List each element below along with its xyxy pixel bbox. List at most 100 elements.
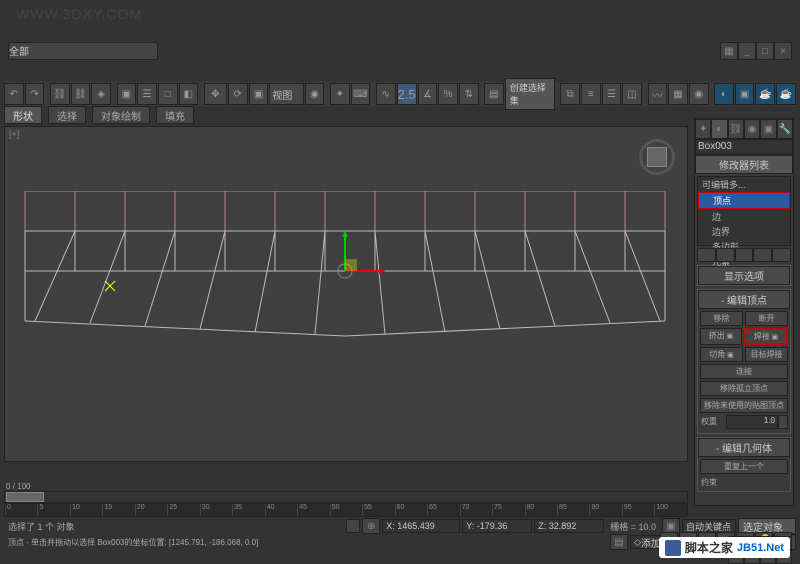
unlink-button[interactable]: ⛓ (71, 83, 91, 105)
y-coord[interactable]: Y: -179.36 (462, 519, 532, 533)
move-button[interactable]: ✥ (204, 83, 227, 105)
remove-unused-button[interactable]: 移除未使用的贴图顶点 (700, 398, 788, 413)
render-prod-button[interactable]: ☕ (776, 83, 796, 105)
ref-coord-dropdown[interactable]: 视图 (269, 83, 303, 105)
manipulate-button[interactable]: ✦ (330, 83, 350, 105)
bind-button[interactable]: ◈ (91, 83, 111, 105)
z-coord[interactable]: Z: 32.892 (534, 519, 604, 533)
rollout-edit-vertex[interactable]: 编辑顶点 (698, 290, 790, 309)
lock-icon[interactable] (346, 519, 360, 533)
weld-button[interactable]: 焊接 (744, 328, 788, 345)
ribbon-button[interactable]: ◫ (622, 83, 642, 105)
target-weld-button[interactable]: 目标焊接 (745, 347, 788, 362)
layers-button[interactable]: ☰ (602, 83, 622, 105)
time-slider[interactable] (4, 491, 688, 503)
hierarchy-tab[interactable]: ⛓ (728, 119, 744, 139)
stack-vertex[interactable]: 顶点 (698, 192, 790, 209)
stack-edge[interactable]: 边 (698, 209, 790, 224)
keyboard-button[interactable]: ⌨ (351, 83, 371, 105)
workspace-icon[interactable]: ▦ (720, 42, 738, 60)
select-button[interactable]: ▣ (117, 83, 137, 105)
stack-border[interactable]: 边界 (698, 224, 790, 239)
curve-editor-button[interactable]: 〰 (648, 83, 668, 105)
configure-button[interactable] (772, 248, 791, 262)
break-button[interactable]: 断开 (745, 311, 788, 326)
timeline: 0 / 100 05 1015 2025 3035 4045 5055 6065… (4, 482, 688, 516)
pin-stack-button[interactable] (697, 248, 716, 262)
rollout-selection[interactable]: 显示选项 (698, 266, 790, 285)
motion-tab[interactable]: ◉ (744, 119, 760, 139)
abs-rel-button[interactable]: ⊕ (362, 518, 380, 534)
render-setup-button[interactable]: ◐ (714, 83, 734, 105)
weight-spinner[interactable]: 1.0 (726, 415, 778, 429)
select-name-button[interactable]: ☰ (137, 83, 157, 105)
tab-shape[interactable]: 形状 (4, 106, 42, 124)
prompt-line: 顶点 - 单击并拖动以选择 Box003的坐标位置: [1245.791, -1… (4, 537, 262, 548)
percent-snap-button[interactable]: % (438, 83, 458, 105)
close-icon[interactable]: × (774, 42, 792, 60)
app-root: WWW.3DXY.COM 全部 ▦ _ □ × ↶ ↷ ⛓ ⛓ ◈ ▣ ☰ □ … (0, 0, 800, 564)
rollout-edit-geom[interactable]: 编辑几何体 (698, 438, 790, 457)
tab-paint[interactable]: 对象绘制 (92, 106, 150, 124)
modify-tab[interactable]: ◐ (711, 119, 727, 139)
remove-iso-button[interactable]: 移除孤立顶点 (700, 381, 788, 396)
render-frame-button[interactable]: ▣ (735, 83, 755, 105)
schematic-button[interactable]: ▦ (668, 83, 688, 105)
timeline-label: 0 / 100 (4, 482, 688, 491)
pivot-button[interactable]: ◉ (305, 83, 325, 105)
select-region-button[interactable]: □ (158, 83, 178, 105)
rotate-button[interactable]: ⟳ (228, 83, 248, 105)
command-panel: ✦ ◐ ⛓ ◉ ▣ 🔧 Box003 修改器列表 可编辑多... 顶点 边 边界… (694, 118, 794, 506)
weight-spinner-arrows[interactable] (778, 415, 788, 429)
constraints-label: 约束 (700, 476, 788, 489)
mirror-button[interactable]: ⧉ (560, 83, 580, 105)
angle-snap-button[interactable]: ∡ (418, 83, 438, 105)
material-button[interactable]: ◉ (689, 83, 709, 105)
make-unique-button[interactable] (735, 248, 754, 262)
tab-select[interactable]: 选择 (48, 106, 86, 124)
extrude-button[interactable]: 挤出 (700, 328, 742, 345)
link-button[interactable]: ⛓ (50, 83, 70, 105)
listener-button[interactable]: ▤ (610, 534, 628, 550)
viewport-label[interactable]: [+] (9, 129, 19, 139)
x-coord[interactable]: X: 1465.439 (382, 519, 460, 533)
snap-value[interactable]: 2.5 (397, 83, 417, 105)
tab-populate[interactable]: 填充 (156, 106, 194, 124)
snap-button[interactable]: ∿ (376, 83, 396, 105)
stack-epoly[interactable]: 可编辑多... (698, 177, 790, 192)
viewcube[interactable] (639, 139, 675, 175)
spinner-snap-button[interactable]: ⇅ (459, 83, 479, 105)
show-result-button[interactable] (716, 248, 735, 262)
undo-button[interactable]: ↶ (4, 83, 24, 105)
menu-area: 全部 ▦ _ □ × (4, 42, 796, 80)
workspace-switcher: ▦ _ □ × (720, 42, 792, 60)
time-ruler[interactable]: 05 1015 2025 3035 4045 5055 6065 7075 80… (4, 503, 688, 517)
main-toolbar: ↶ ↷ ⛓ ⛓ ◈ ▣ ☰ □ ◧ ✥ ⟳ ▣ 视图 ◉ ✦ ⌨ ∿ 2.5 ∡… (4, 82, 796, 106)
remove-button[interactable]: 移除 (700, 311, 743, 326)
scale-button[interactable]: ▣ (249, 83, 269, 105)
modifier-stack[interactable]: 可编辑多... 顶点 边 边界 多边形 元素 (697, 176, 791, 246)
utilities-tab[interactable]: 🔧 (777, 119, 793, 139)
time-slider-thumb[interactable] (6, 492, 44, 502)
weight-label: 权重 (700, 415, 726, 429)
chamfer-button[interactable]: 切角 (700, 347, 743, 362)
connect-button[interactable]: 连接 (700, 364, 788, 379)
wireframe-geometry (15, 191, 675, 371)
remove-mod-button[interactable] (753, 248, 772, 262)
modifier-list-dropdown[interactable]: 修改器列表 (695, 155, 793, 174)
maximize-icon[interactable]: □ (756, 42, 774, 60)
named-sets-dropdown[interactable]: 创建选择集 (505, 78, 555, 110)
redo-button[interactable]: ↷ (25, 83, 45, 105)
named-sets-button[interactable]: ▤ (484, 83, 504, 105)
repeat-last-button[interactable]: 重复上一个 (700, 459, 788, 474)
render-button[interactable]: ☕ (755, 83, 775, 105)
create-tab[interactable]: ✦ (695, 119, 711, 139)
auto-key-button[interactable]: 自动关键点 (682, 519, 736, 533)
minimize-icon[interactable]: _ (738, 42, 756, 60)
viewport[interactable]: [+] (4, 126, 688, 462)
align-button[interactable]: ≡ (581, 83, 601, 105)
display-tab[interactable]: ▣ (760, 119, 776, 139)
object-name-field[interactable]: Box003 (695, 139, 793, 155)
window-crossing-button[interactable]: ◧ (179, 83, 199, 105)
search-box[interactable]: 全部 (8, 42, 158, 60)
